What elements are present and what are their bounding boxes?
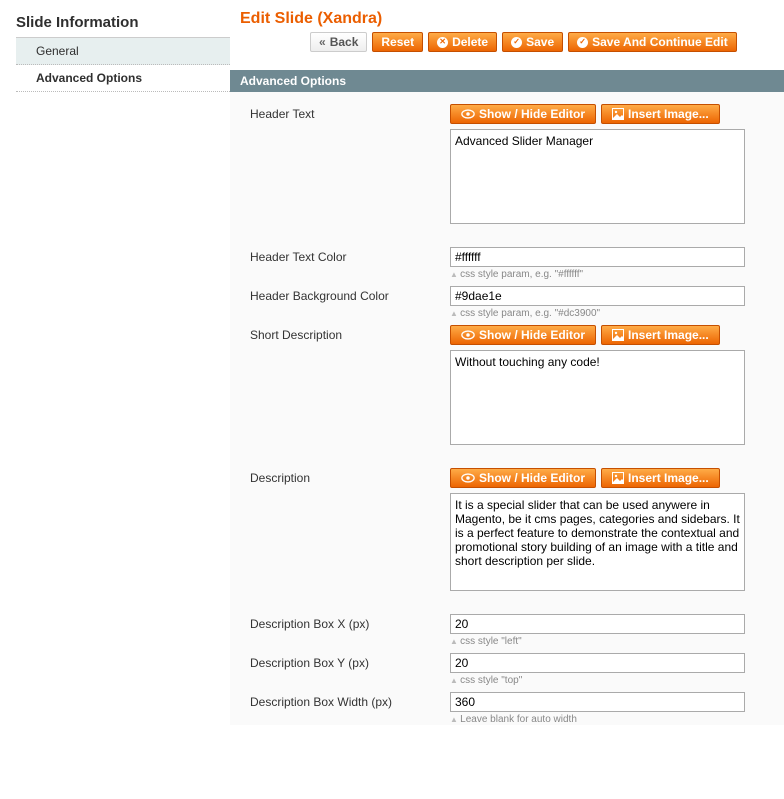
reset-button[interactable]: Reset (372, 32, 423, 52)
image-icon (612, 472, 624, 484)
row-description: Description Show / Hide Editor Insert Im… (250, 468, 784, 594)
hint-desc-box-width: Leave blank for auto width (450, 714, 784, 725)
delete-button[interactable]: ✕ Delete (428, 32, 497, 52)
show-hide-editor-button[interactable]: Show / Hide Editor (450, 104, 596, 124)
row-header-text: Header Text Show / Hide Editor Insert Im… (250, 104, 784, 227)
label-desc-box-x: Description Box X (px) (250, 614, 450, 631)
eye-icon (461, 109, 475, 119)
hint-desc-box-x: css style "left" (450, 636, 784, 647)
check-icon: ✓ (577, 37, 588, 48)
desc-box-y-input[interactable] (450, 653, 745, 673)
hint-header-bg-color: css style param, e.g. "#dc3900" (450, 308, 784, 319)
header-text-color-input[interactable] (450, 247, 745, 267)
show-hide-editor-button[interactable]: Show / Hide Editor (450, 468, 596, 488)
header-text-textarea[interactable] (450, 129, 745, 224)
eye-icon (461, 330, 475, 340)
check-icon: ✓ (511, 37, 522, 48)
page-title: Edit Slide (Xandra) (240, 10, 784, 28)
button-row: « Back Reset ✕ Delete ✓ Save ✓ Save And … (240, 32, 784, 52)
desc-box-x-input[interactable] (450, 614, 745, 634)
row-desc-box-y: Description Box Y (px) css style "top" (250, 653, 784, 686)
row-short-description: Short Description Show / Hide Editor Ins… (250, 325, 784, 448)
save-button[interactable]: ✓ Save (502, 32, 563, 52)
sidebar-title: Slide Information (16, 10, 230, 38)
image-icon (612, 108, 624, 120)
image-icon (612, 329, 624, 341)
back-arrow-icon: « (319, 35, 326, 49)
label-header-text-color: Header Text Color (250, 247, 450, 264)
label-desc-box-y: Description Box Y (px) (250, 653, 450, 670)
save-continue-button[interactable]: ✓ Save And Continue Edit (568, 32, 737, 52)
label-desc-box-width: Description Box Width (px) (250, 692, 450, 709)
label-header-bg-color: Header Background Color (250, 286, 450, 303)
row-desc-box-width: Description Box Width (px) Leave blank f… (250, 692, 784, 725)
row-header-text-color: Header Text Color css style param, e.g. … (250, 247, 784, 280)
header-bg-color-input[interactable] (450, 286, 745, 306)
description-textarea[interactable] (450, 493, 745, 591)
section-header: Advanced Options (230, 70, 784, 92)
main-content: Edit Slide (Xandra) « Back Reset ✕ Delet… (230, 0, 784, 731)
row-header-bg-color: Header Background Color css style param,… (250, 286, 784, 319)
label-header-text: Header Text (250, 104, 450, 121)
label-short-description: Short Description (250, 325, 450, 342)
insert-image-button[interactable]: Insert Image... (601, 325, 720, 345)
back-button[interactable]: « Back (310, 32, 367, 52)
page-header: Edit Slide (Xandra) « Back Reset ✕ Delet… (230, 10, 784, 60)
sidebar: Slide Information General Advanced Optio… (0, 0, 230, 731)
insert-image-button[interactable]: Insert Image... (601, 468, 720, 488)
hint-desc-box-y: css style "top" (450, 675, 784, 686)
eye-icon (461, 473, 475, 483)
sidebar-item-general[interactable]: General (16, 38, 230, 65)
short-description-textarea[interactable] (450, 350, 745, 445)
desc-box-width-input[interactable] (450, 692, 745, 712)
sidebar-item-advanced-options[interactable]: Advanced Options (16, 65, 230, 92)
row-desc-box-x: Description Box X (px) css style "left" (250, 614, 784, 647)
insert-image-button[interactable]: Insert Image... (601, 104, 720, 124)
hint-header-text-color: css style param, e.g. "#ffffff" (450, 269, 784, 280)
label-description: Description (250, 468, 450, 485)
form-body: Header Text Show / Hide Editor Insert Im… (230, 92, 784, 725)
show-hide-editor-button[interactable]: Show / Hide Editor (450, 325, 596, 345)
delete-icon: ✕ (437, 37, 448, 48)
